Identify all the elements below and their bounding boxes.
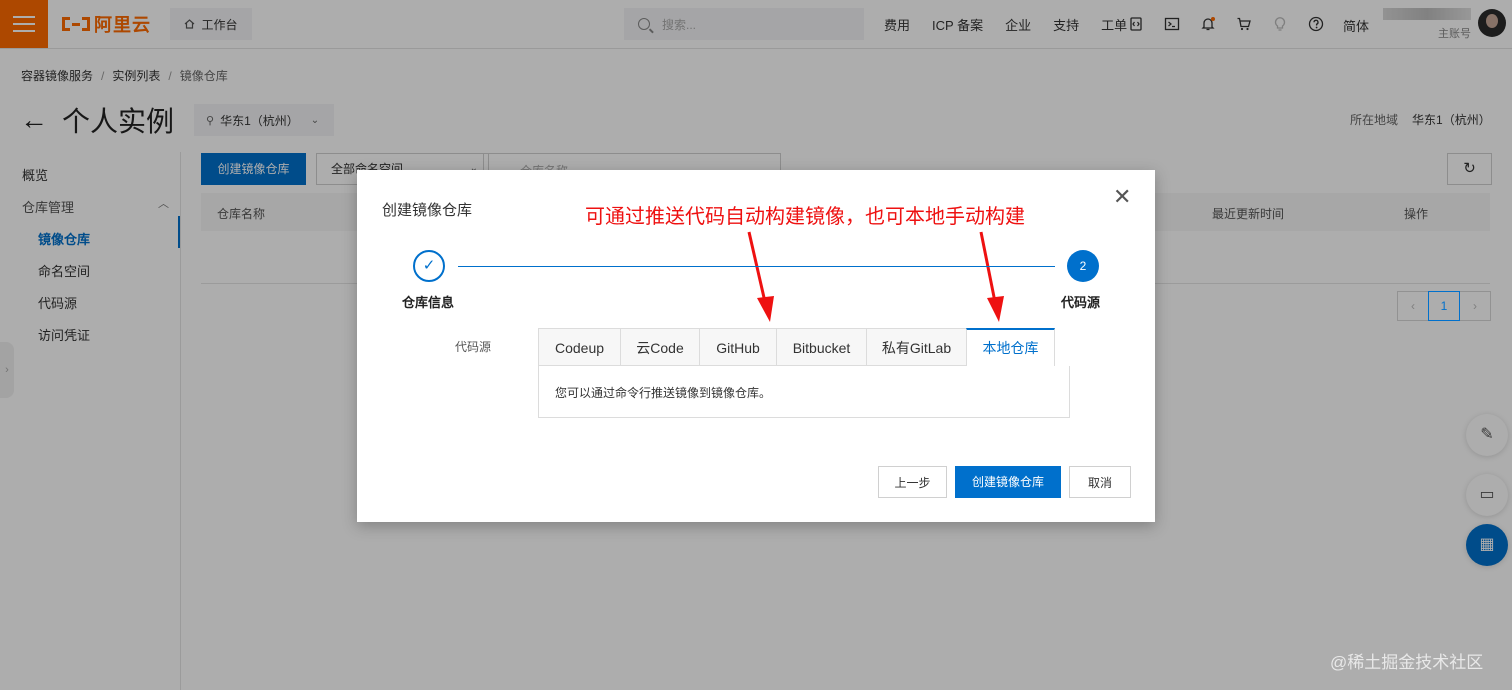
tab-bitbucket[interactable]: Bitbucket xyxy=(776,328,866,366)
create-repo-modal: 创建镜像仓库 ✕ 可通过推送代码自动构建镜像，也可本地手动构建 ✓ 2 仓库信息… xyxy=(357,170,1155,522)
tab-github[interactable]: GitHub xyxy=(699,328,776,366)
tab-panel: 您可以通过命令行推送镜像到镜像仓库。 xyxy=(538,366,1070,418)
steps-progress-line xyxy=(458,266,1055,267)
tab-yuncode[interactable]: 云Code xyxy=(620,328,699,366)
annotation-arrow-icon xyxy=(979,231,1004,322)
close-icon[interactable]: ✕ xyxy=(1113,186,1131,208)
watermark: @稀土掘金技术社区 xyxy=(1330,653,1484,672)
tab-codeup[interactable]: Codeup xyxy=(538,328,620,366)
step-2-label: 代码源 xyxy=(1061,295,1101,310)
step-1-label: 仓库信息 xyxy=(402,295,455,310)
annotation-text: 可通过推送代码自动构建镜像，也可本地手动构建 xyxy=(585,206,1025,228)
step-2-indicator: 2 xyxy=(1067,250,1099,282)
page-number[interactable]: 1 xyxy=(1428,291,1460,321)
tab-local-repo[interactable]: 本地仓库 xyxy=(966,328,1055,366)
step-1-check-icon: ✓ xyxy=(413,250,445,282)
code-source-tabs: Codeup 云Code GitHub Bitbucket 私有GitLab 本… xyxy=(538,328,1055,366)
tab-private-gitlab[interactable]: 私有GitLab xyxy=(866,328,966,366)
prev-step-button[interactable]: 上一步 xyxy=(878,466,947,498)
modal-title: 创建镜像仓库 xyxy=(382,202,473,219)
cancel-button[interactable]: 取消 xyxy=(1069,466,1131,498)
create-repo-submit-button[interactable]: 创建镜像仓库 xyxy=(955,466,1061,498)
code-source-label: 代码源 xyxy=(455,340,492,354)
tab-panel-text: 您可以通过命令行推送镜像到镜像仓库。 xyxy=(555,386,772,400)
annotation-arrow-icon xyxy=(747,231,774,322)
